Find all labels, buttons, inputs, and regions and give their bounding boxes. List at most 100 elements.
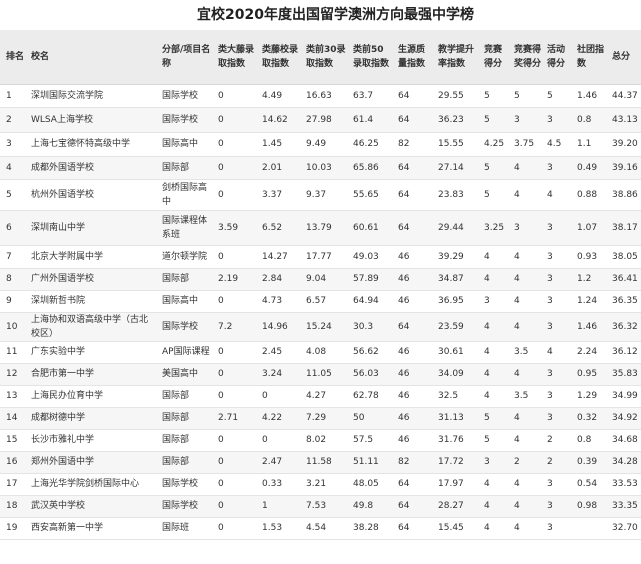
cell-club-index: 0.95 — [573, 363, 608, 386]
header-club-index: 社团指数 — [573, 30, 608, 85]
cell-competition-score: 4 — [480, 385, 510, 408]
cell-competition-award-score: 4 — [510, 495, 543, 518]
cell-ivy-index: 2.45 — [258, 341, 302, 364]
cell-club-index: 0.49 — [573, 156, 608, 180]
cell-total-score: 32.70 — [608, 517, 641, 540]
cell-top30-index: 27.98 — [302, 107, 349, 133]
cell-ivy-index: 2.47 — [258, 451, 302, 474]
cell-top50-index: 30.3 — [349, 312, 394, 342]
table-row: 6 深圳南山中学 国际课程体系班 3.59 6.52 13.79 60.61 64 29.44 3… — [0, 210, 641, 246]
cell-activity-score: 3 — [543, 517, 573, 540]
cell-ivy-index: 0 — [258, 429, 302, 452]
cell-school: 广东实验中学 — [27, 341, 158, 364]
cell-total-score: 39.16 — [608, 156, 641, 180]
cell-total-score: 34.92 — [608, 407, 641, 430]
cell-school: 长沙市雅礼中学 — [27, 429, 158, 452]
cell-rank: 12 — [0, 363, 27, 386]
cell-competition-score: 5 — [480, 107, 510, 133]
cell-competition-award-score: 4 — [510, 179, 543, 211]
cell-ivy-plus-index: 0 — [214, 473, 258, 496]
cell-top50-index: 50 — [349, 407, 394, 430]
cell-club-index: 0.88 — [573, 179, 608, 211]
cell-top50-index: 49.8 — [349, 495, 394, 518]
cell-ivy-index: 1 — [258, 495, 302, 518]
cell-top50-index: 64.94 — [349, 290, 394, 313]
cell-teaching-improvement-index: 30.61 — [434, 341, 480, 364]
header-competition-award-score: 竞赛得奖得分 — [510, 30, 543, 85]
cell-student-quality-index: 82 — [394, 451, 434, 474]
cell-student-quality-index: 64 — [394, 517, 434, 540]
cell-total-score: 43.13 — [608, 107, 641, 133]
cell-ivy-plus-index: 0 — [214, 341, 258, 364]
cell-club-index: 1.2 — [573, 268, 608, 291]
cell-rank: 16 — [0, 451, 27, 474]
cell-branch: 国际课程体系班 — [158, 210, 214, 246]
cell-teaching-improvement-index: 28.27 — [434, 495, 480, 518]
cell-rank: 7 — [0, 245, 27, 269]
cell-ivy-plus-index: 0 — [214, 107, 258, 133]
header-student-quality-index: 生源质量指数 — [394, 30, 434, 85]
cell-activity-score: 3 — [543, 107, 573, 133]
cell-school: 西安高新第一中学 — [27, 517, 158, 540]
cell-competition-score: 3.25 — [480, 210, 510, 246]
cell-competition-award-score: 4 — [510, 245, 543, 269]
table-row: 19 西安高新第一中学 国际班 0 1.53 4.54 38.28 64 15.45 4 4 3 32.… — [0, 517, 641, 540]
cell-ivy-index: 4.73 — [258, 290, 302, 313]
cell-school: 上海协和双语高级中学（古北校区） — [27, 312, 158, 342]
cell-club-index: 1.07 — [573, 210, 608, 246]
cell-ivy-index: 1.53 — [258, 517, 302, 540]
cell-teaching-improvement-index: 29.55 — [434, 84, 480, 108]
cell-branch: AP国际课程 — [158, 341, 214, 364]
cell-rank: 18 — [0, 495, 27, 518]
cell-rank: 1 — [0, 84, 27, 108]
cell-ivy-plus-index: 0 — [214, 363, 258, 386]
header-ivy-index: 类藤校录取指数 — [258, 30, 302, 85]
cell-rank: 6 — [0, 210, 27, 246]
cell-school: 深圳新哲书院 — [27, 290, 158, 313]
cell-branch: 国际部 — [158, 429, 214, 452]
cell-ivy-index: 0 — [258, 385, 302, 408]
cell-rank: 19 — [0, 517, 27, 540]
cell-competition-score: 3 — [480, 451, 510, 474]
cell-student-quality-index: 46 — [394, 245, 434, 269]
cell-total-score: 34.68 — [608, 429, 641, 452]
cell-teaching-improvement-index: 31.76 — [434, 429, 480, 452]
cell-ivy-plus-index: 3.59 — [214, 210, 258, 246]
header-school: 校名 — [27, 30, 158, 85]
cell-school: 郑州外国语中学 — [27, 451, 158, 474]
cell-total-score: 35.83 — [608, 363, 641, 386]
table-row: 5 杭州外国语学校 剑桥国际高中 0 3.37 9.37 55.65 64 23.83 5 4 4 0.… — [0, 179, 641, 211]
cell-competition-score: 4 — [480, 341, 510, 364]
cell-school: 北京大学附属中学 — [27, 245, 158, 269]
cell-activity-score: 3 — [543, 385, 573, 408]
cell-rank: 14 — [0, 407, 27, 430]
cell-competition-award-score: 4 — [510, 517, 543, 540]
table-row: 15 长沙市雅礼中学 国际部 0 0 8.02 57.5 46 31.76 5 4 2 0.8 34.68 — [0, 429, 641, 452]
cell-top30-index: 8.02 — [302, 429, 349, 452]
cell-student-quality-index: 46 — [394, 268, 434, 291]
cell-total-score: 39.20 — [608, 132, 641, 157]
cell-top50-index: 46.25 — [349, 132, 394, 157]
page-title: 宜校2020年度出国留学澳洲方向最强中学榜 — [197, 7, 474, 23]
cell-activity-score: 3 — [543, 407, 573, 430]
cell-competition-score: 5 — [480, 429, 510, 452]
cell-ivy-plus-index: 0 — [214, 451, 258, 474]
cell-teaching-improvement-index: 15.45 — [434, 517, 480, 540]
cell-top30-index: 7.53 — [302, 495, 349, 518]
cell-competition-award-score: 4 — [510, 290, 543, 313]
cell-top30-index: 16.63 — [302, 84, 349, 108]
cell-ivy-plus-index: 0 — [214, 156, 258, 180]
cell-teaching-improvement-index: 29.44 — [434, 210, 480, 246]
cell-top50-index: 65.86 — [349, 156, 394, 180]
cell-student-quality-index: 82 — [394, 132, 434, 157]
cell-top50-index: 62.78 — [349, 385, 394, 408]
cell-activity-score: 3 — [543, 210, 573, 246]
cell-school: 深圳国际交流学院 — [27, 84, 158, 108]
cell-branch: 国际高中 — [158, 290, 214, 313]
cell-branch: 剑桥国际高中 — [158, 179, 214, 211]
cell-total-score: 36.35 — [608, 290, 641, 313]
cell-branch: 国际班 — [158, 517, 214, 540]
cell-top30-index: 7.29 — [302, 407, 349, 430]
cell-branch: 国际部 — [158, 407, 214, 430]
cell-ivy-plus-index: 0 — [214, 179, 258, 211]
